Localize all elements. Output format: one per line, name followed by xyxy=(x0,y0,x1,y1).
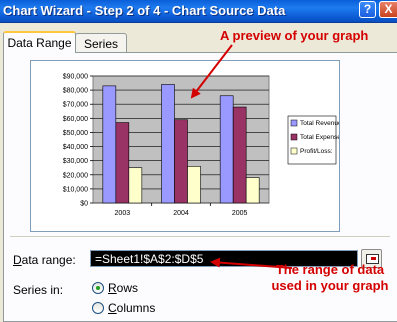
radio-columns-indicator[interactable] xyxy=(92,302,104,314)
legend-label: Total Expenses xyxy=(300,134,339,141)
y-tick-label: $80,000 xyxy=(63,88,88,95)
range-annotation-line1: The range of data xyxy=(275,262,385,277)
y-tick-label: $10,000 xyxy=(63,186,88,193)
x-tick-label: 2003 xyxy=(115,210,131,217)
y-tick-label: $30,000 xyxy=(63,158,88,165)
bar xyxy=(219,95,234,204)
bar xyxy=(174,119,188,204)
radio-columns-label[interactable]: Columns xyxy=(108,301,155,315)
close-button[interactable]: X xyxy=(379,1,397,18)
chart-svg: $0 $10,000 $20,000 $30,000 $40,000 $50,000 $60… xyxy=(63,74,339,218)
window-title: Chart Wizard - Step 2 of 4 - Chart Sourc… xyxy=(3,3,286,18)
bar xyxy=(245,177,260,204)
bar xyxy=(187,166,201,204)
y-tick-label: $70,000 xyxy=(63,102,88,109)
bar xyxy=(115,122,130,204)
y-tick-label: $0 xyxy=(80,201,88,208)
radio-rows-label[interactable]: Rows xyxy=(108,281,138,295)
y-tick-label: $40,000 xyxy=(63,144,88,151)
separator xyxy=(10,236,390,237)
legend-label: Profit/Loss: xyxy=(300,148,333,155)
bar xyxy=(102,85,117,204)
y-tick-label: $60,000 xyxy=(63,116,88,123)
chart-preview: $0 $10,000 $20,000 $30,000 $40,000 $50,000 $60… xyxy=(30,60,340,232)
x-tick-label: 2005 xyxy=(232,210,248,217)
y-tick-label: $20,000 xyxy=(63,172,88,179)
preview-annotation: A preview of your graph xyxy=(220,28,369,43)
x-tick-label: 2004 xyxy=(173,210,189,217)
tab-series[interactable]: Series xyxy=(75,33,127,53)
title-bar: Chart Wizard - Step 2 of 4 - Chart Sourc… xyxy=(0,0,397,23)
tab-data-range[interactable]: Data Range xyxy=(3,31,76,53)
legend-swatch xyxy=(290,147,298,155)
radio-rows-indicator[interactable] xyxy=(92,282,104,294)
data-range-label-rest: ata range: xyxy=(21,253,76,267)
data-range-label: Data range: xyxy=(13,253,76,267)
legend-swatch xyxy=(290,133,298,141)
y-tick-label: $90,000 xyxy=(63,74,88,81)
range-annotation: The range of data used in your graph xyxy=(263,262,397,294)
legend-label: Total Revenues xyxy=(300,120,339,127)
legend-swatch xyxy=(290,119,298,127)
bar xyxy=(232,106,247,204)
y-tick-label: $50,000 xyxy=(63,130,88,137)
series-in-label: Series in: xyxy=(13,283,64,297)
help-button[interactable]: ? xyxy=(359,1,376,18)
data-range-label-accel: D xyxy=(13,253,22,267)
bar xyxy=(128,167,143,204)
bar xyxy=(161,84,175,204)
range-annotation-line2: used in your graph xyxy=(271,278,389,293)
